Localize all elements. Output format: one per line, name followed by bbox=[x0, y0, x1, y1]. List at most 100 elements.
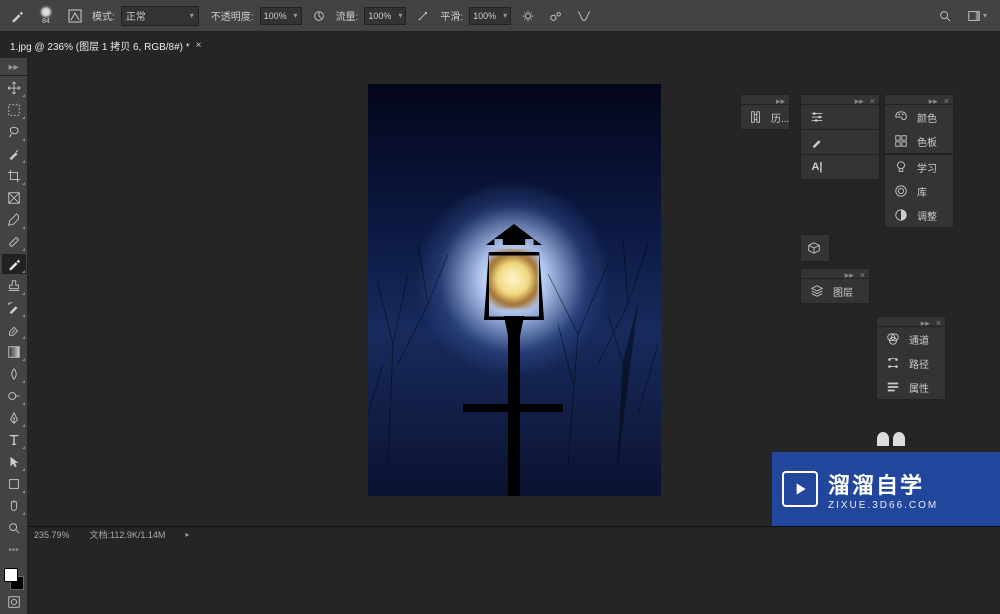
collapse-icon[interactable]: ▸▸ bbox=[929, 96, 938, 103]
history-brush-tool[interactable] bbox=[2, 298, 26, 318]
adjust-tab[interactable]: 调整 bbox=[885, 203, 953, 227]
panel-history-group: ▸▸ 历... bbox=[740, 94, 790, 130]
close-icon[interactable]: × bbox=[196, 40, 202, 51]
adjust-label: 调整 bbox=[917, 208, 937, 223]
paths-icon bbox=[885, 355, 901, 371]
brush-panel-icon[interactable] bbox=[64, 5, 86, 27]
library-tab[interactable]: 库 bbox=[885, 179, 953, 203]
zoom-value[interactable]: 235.79% bbox=[34, 530, 70, 540]
type-tool[interactable] bbox=[2, 430, 26, 450]
mode-select[interactable]: 正常 ▾ bbox=[121, 6, 199, 26]
option-bar: 84 模式: 正常 ▾ 不透明度: 100%▾ 流量: 100%▾ 平滑: 10… bbox=[0, 0, 1000, 32]
hand-tool[interactable] bbox=[2, 496, 26, 516]
cc-icon bbox=[893, 183, 909, 199]
color-swatch[interactable] bbox=[2, 566, 26, 590]
foreground-color[interactable] bbox=[4, 568, 18, 582]
quick-select-tool[interactable] bbox=[2, 144, 26, 164]
move-tool[interactable] bbox=[2, 78, 26, 98]
symmetry-icon[interactable] bbox=[573, 5, 595, 27]
crop-tool[interactable] bbox=[2, 166, 26, 186]
brush-tool[interactable] bbox=[2, 254, 26, 274]
color-tab[interactable]: 颜色 bbox=[885, 105, 953, 129]
layers-icon bbox=[809, 283, 825, 299]
quickmask-toggle[interactable] bbox=[2, 592, 26, 612]
doc-info[interactable]: 文档:112.9K/1.14M bbox=[90, 528, 166, 541]
document-tab-title: 1.jpg @ 236% (图层 1 拷贝 6, RGB/8#) * bbox=[10, 38, 190, 53]
palette-icon bbox=[893, 109, 909, 125]
flow-value: 100% bbox=[368, 11, 391, 21]
smooth-value-box[interactable]: 100%▾ bbox=[469, 7, 511, 25]
panel-layers-group: ▸▸ × 图层 bbox=[800, 268, 870, 304]
opacity-value-box[interactable]: 100%▾ bbox=[260, 7, 302, 25]
decorative-dots bbox=[877, 432, 905, 446]
properties-tab[interactable]: 属性 bbox=[877, 375, 945, 399]
canvas-image[interactable] bbox=[368, 84, 661, 496]
pressure-size-icon[interactable] bbox=[545, 5, 567, 27]
library-label: 库 bbox=[917, 184, 927, 199]
airbrush-icon[interactable] bbox=[412, 5, 434, 27]
stamp-tool[interactable] bbox=[2, 276, 26, 296]
shape-tool[interactable] bbox=[2, 474, 26, 494]
smooth-value: 100% bbox=[473, 11, 496, 21]
gradient-tool[interactable] bbox=[2, 342, 26, 362]
3d-tab[interactable] bbox=[801, 235, 829, 261]
glyphs-tab[interactable]: A| bbox=[801, 154, 879, 179]
close-icon[interactable]: × bbox=[870, 96, 875, 103]
paths-tab[interactable]: 路径 bbox=[877, 351, 945, 375]
blur-tool[interactable] bbox=[2, 364, 26, 384]
collapse-icon[interactable]: ▸▸ bbox=[855, 96, 864, 103]
cube-icon bbox=[806, 240, 822, 256]
brush-settings-tab[interactable] bbox=[801, 105, 879, 130]
pressure-opacity-icon[interactable] bbox=[308, 5, 330, 27]
edit-toolbar[interactable]: ••• bbox=[2, 540, 26, 560]
document-tab[interactable]: 1.jpg @ 236% (图层 1 拷贝 6, RGB/8#) * × bbox=[10, 38, 202, 53]
search-icon[interactable] bbox=[934, 5, 956, 27]
swatch-label: 色板 bbox=[917, 134, 937, 149]
smooth-options-icon[interactable] bbox=[517, 5, 539, 27]
zoom-tool[interactable] bbox=[2, 518, 26, 538]
close-icon[interactable]: × bbox=[860, 270, 865, 277]
eyedropper-tool[interactable] bbox=[2, 210, 26, 230]
pen-tool[interactable] bbox=[2, 408, 26, 428]
close-icon[interactable]: × bbox=[936, 318, 941, 325]
flow-label: 流量: bbox=[336, 8, 359, 23]
color-label: 颜色 bbox=[917, 110, 937, 125]
properties-label: 属性 bbox=[909, 380, 929, 395]
flow-value-box[interactable]: 100%▾ bbox=[364, 7, 406, 25]
heal-tool[interactable] bbox=[2, 232, 26, 252]
collapse-icon[interactable]: ▸▸ bbox=[845, 270, 854, 277]
mode-label: 模式: bbox=[92, 8, 115, 23]
learn-tab[interactable]: 学习 bbox=[885, 155, 953, 179]
opacity-label: 不透明度: bbox=[211, 8, 254, 23]
lasso-tool[interactable] bbox=[2, 122, 26, 142]
collapse-icon[interactable]: ▸▸ bbox=[921, 318, 930, 325]
watermark: 溜溜自学 ZIXUE.3D66.COM bbox=[772, 452, 1000, 526]
panel-learn-group: 学习 库 调整 bbox=[884, 154, 954, 228]
close-icon[interactable]: × bbox=[944, 96, 949, 103]
dodge-tool[interactable] bbox=[2, 386, 26, 406]
toolbox-expand[interactable]: ▸▸ bbox=[0, 60, 27, 76]
collapse-icon[interactable]: ▸▸ bbox=[776, 96, 785, 103]
marquee-tool[interactable] bbox=[2, 100, 26, 120]
brushes-tab[interactable] bbox=[801, 130, 879, 154]
bulb-icon bbox=[893, 159, 909, 175]
channels-tab[interactable]: 通道 bbox=[877, 327, 945, 351]
brush-preset[interactable]: 84 bbox=[34, 4, 58, 28]
path-select-tool[interactable] bbox=[2, 452, 26, 472]
chevron-right-icon[interactable]: ▸ bbox=[185, 530, 189, 539]
eraser-tool[interactable] bbox=[2, 320, 26, 340]
swatch-tab[interactable]: 色板 bbox=[885, 129, 953, 153]
brush-size-value: 84 bbox=[42, 18, 50, 25]
history-panel-tab[interactable]: 历... bbox=[741, 105, 789, 129]
properties-icon bbox=[885, 379, 901, 395]
workspace-icon[interactable]: ▾ bbox=[966, 5, 988, 27]
toolbox: ▸▸ ••• bbox=[0, 58, 28, 614]
history-label: 历... bbox=[771, 110, 789, 125]
layers-tab[interactable]: 图层 bbox=[801, 279, 869, 303]
document-tab-bar: 1.jpg @ 236% (图层 1 拷贝 6, RGB/8#) * × bbox=[0, 32, 1000, 58]
panel-color-group: ▸▸ × A| bbox=[800, 94, 880, 180]
adjust-icon bbox=[893, 207, 909, 223]
smooth-label: 平滑: bbox=[440, 8, 463, 23]
frame-tool[interactable] bbox=[2, 188, 26, 208]
tool-preset-icon[interactable] bbox=[6, 5, 28, 27]
